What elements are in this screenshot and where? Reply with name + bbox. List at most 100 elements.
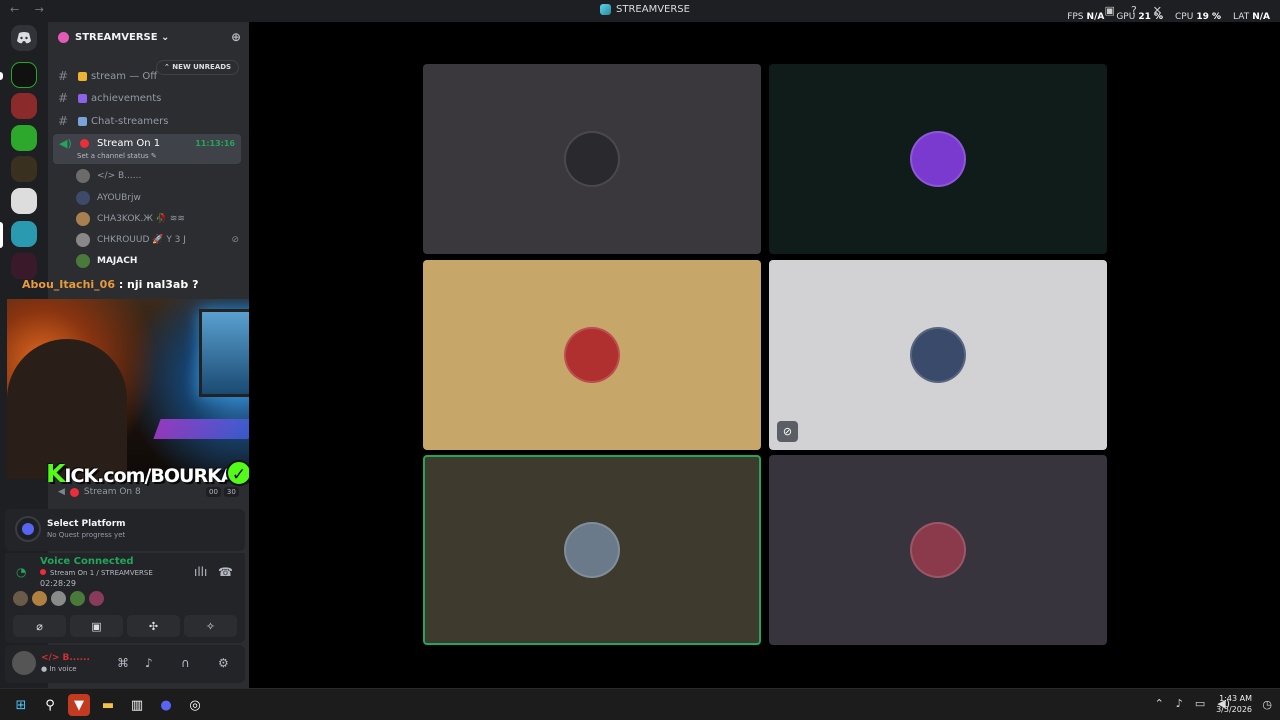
windows-start-icon[interactable]: ⊞ bbox=[10, 694, 32, 716]
participant-avatar bbox=[564, 327, 620, 383]
new-unreads-pill[interactable]: ⌃ NEW UNREADS bbox=[156, 60, 240, 75]
voice-user[interactable]: CHKROUUD 🚀 Y 3 J ⊘ bbox=[76, 230, 239, 250]
quest-title: Select Platform bbox=[47, 519, 126, 529]
server-icon-7[interactable] bbox=[11, 253, 37, 279]
channel-timer: 11:13:16 bbox=[195, 139, 235, 148]
windows-taskbar: ⊞ ⚲ ▼ ▬ ▥ ● ◎ ⌃ ♪ ▭ ◀) 1:43 AM 3/5/2026 … bbox=[0, 688, 1280, 720]
avatar[interactable] bbox=[13, 591, 28, 606]
user-name: CHA3KOK.Ж 🥀 ≋≋ bbox=[97, 214, 185, 224]
stat-lat: LAT N/A bbox=[1233, 12, 1270, 22]
discord-home-icon[interactable] bbox=[11, 25, 37, 51]
server-icon-3[interactable] bbox=[11, 125, 37, 151]
stat-cpu: CPU 19 % bbox=[1175, 12, 1222, 22]
chat-user: Abou_Itachi_06 bbox=[22, 278, 115, 291]
red-circle-icon bbox=[80, 139, 89, 148]
disconnect-icon[interactable]: ☎ bbox=[218, 565, 233, 579]
hash-icon: # bbox=[58, 91, 69, 105]
participant-avatar bbox=[564, 522, 620, 578]
server-icon-2[interactable] bbox=[11, 93, 37, 119]
tag-2: 30 bbox=[223, 487, 239, 497]
red-circle-icon bbox=[69, 487, 79, 497]
voice-connected-channel[interactable]: Stream On 1 / STREAMVERSE bbox=[40, 569, 153, 577]
bell-icon bbox=[78, 71, 87, 81]
speaker-icon: ◀) bbox=[59, 137, 72, 150]
perf-stats: FPS N/A GPU 21 % CPU 19 % LAT N/A bbox=[1067, 12, 1270, 22]
voice-user[interactable]: MAJACH bbox=[76, 251, 137, 271]
activities-button[interactable]: ✣ bbox=[127, 615, 180, 637]
avatar[interactable] bbox=[51, 591, 66, 606]
display-icon[interactable]: ▭ bbox=[1195, 697, 1205, 710]
mic-muted-icon: ⊘ bbox=[777, 421, 798, 442]
file-explorer-icon[interactable]: ▬ bbox=[97, 694, 119, 716]
user-status: ● In voice bbox=[41, 665, 77, 673]
search-icon[interactable]: ⚲ bbox=[39, 694, 61, 716]
user-name: AYOUBrjw bbox=[97, 193, 141, 203]
stat-gpu: GPU 21 % bbox=[1116, 12, 1164, 22]
headphones-icon[interactable]: ∩ bbox=[181, 656, 190, 670]
obs-icon[interactable]: ◎ bbox=[184, 694, 206, 716]
participant-tile[interactable] bbox=[769, 64, 1107, 254]
channel-tags: 00 30 bbox=[206, 487, 239, 497]
window-title: STREAMVERSE bbox=[600, 4, 690, 15]
chat-text: : nji nal3ab ? bbox=[118, 278, 199, 291]
voice-connected-panel: ◔ Voice Connected Stream On 1 / STREAMVE… bbox=[5, 553, 245, 643]
channel-label: Stream On 8 bbox=[83, 487, 141, 497]
voice-user[interactable]: AYOUBrjw bbox=[76, 188, 141, 208]
participant-tile-speaking[interactable] bbox=[423, 455, 761, 645]
title-bar: ← → STREAMVERSE ▣ ? ✕ FPS N/A GPU 21 % CPU… bbox=[0, 0, 1280, 22]
participant-avatar bbox=[564, 131, 620, 187]
stat-fps: FPS N/A bbox=[1067, 12, 1105, 22]
tag-1: 00 bbox=[206, 487, 221, 497]
overlay-keyboard bbox=[153, 419, 256, 439]
brave-browser-icon[interactable]: ▼ bbox=[68, 694, 90, 716]
participant-tile[interactable] bbox=[423, 260, 761, 450]
server-icon-6[interactable] bbox=[11, 221, 37, 247]
screen-share-button[interactable]: ▣ bbox=[70, 615, 123, 637]
speaker-muted-icon: ◀ bbox=[58, 487, 65, 497]
quest-subtitle: No Quest progress yet bbox=[47, 531, 126, 539]
quest-panel[interactable]: Select Platform No Quest progress yet bbox=[5, 509, 245, 551]
voice-channel-stream-on-1[interactable]: ◀) Stream On 1 Set a channel status ✎ 11… bbox=[53, 134, 241, 164]
avatar[interactable] bbox=[70, 591, 85, 606]
participant-tile[interactable] bbox=[423, 64, 761, 254]
microphone-icon[interactable]: ♪ bbox=[145, 656, 153, 670]
avatar[interactable] bbox=[32, 591, 47, 606]
gamepad-icon[interactable]: ⌘ bbox=[117, 656, 129, 670]
check-icon bbox=[78, 93, 87, 103]
channel-status[interactable]: Set a channel status ✎ bbox=[77, 152, 157, 160]
participant-tile[interactable] bbox=[769, 455, 1107, 645]
user-avatar[interactable] bbox=[12, 651, 36, 675]
channel-achievements[interactable]: # achievements bbox=[58, 88, 243, 108]
server-header[interactable]: STREAMVERSE ⌄ ⊕ bbox=[48, 22, 249, 52]
clock-time: 1:43 AM bbox=[1219, 694, 1252, 703]
voice-user[interactable]: </> B...... bbox=[76, 166, 141, 186]
noise-suppression-icon[interactable]: ıllı bbox=[194, 565, 207, 579]
channel-chat-streamers[interactable]: # Chat-streamers bbox=[58, 111, 243, 131]
avatar[interactable] bbox=[89, 591, 104, 606]
voice-connected-title: Voice Connected bbox=[40, 556, 134, 567]
overlay-figure bbox=[7, 339, 127, 479]
clock-date: 3/5/2026 bbox=[1216, 705, 1252, 714]
nav-arrows[interactable]: ← → bbox=[10, 3, 50, 16]
soundboard-button[interactable]: ✧ bbox=[184, 615, 237, 637]
mic-muted-icon: ⊘ bbox=[231, 235, 239, 245]
chat-overlay-message: Abou_Itachi_06 : nji nal3ab ? bbox=[22, 278, 198, 291]
signal-icon[interactable]: ◔ bbox=[16, 565, 26, 579]
participant-tile[interactable]: ⊘ bbox=[769, 260, 1107, 450]
voice-channel-stream-on-8[interactable]: ◀ Stream On 8 00 30 bbox=[58, 487, 239, 497]
system-clock[interactable]: 1:43 AM 3/5/2026 bbox=[1216, 693, 1252, 715]
camera-off-button[interactable]: ⌀ bbox=[13, 615, 66, 637]
server-icon-5[interactable] bbox=[11, 188, 37, 214]
add-member-icon[interactable]: ⊕ bbox=[231, 30, 241, 44]
server-icon-4[interactable] bbox=[11, 156, 37, 182]
app-icon[interactable]: ▥ bbox=[126, 694, 148, 716]
voice-user[interactable]: CHA3KOK.Ж 🥀 ≋≋ bbox=[76, 209, 185, 229]
chevron-up-icon[interactable]: ⌃ bbox=[1155, 697, 1164, 710]
notification-icon[interactable]: ◷ bbox=[1262, 698, 1272, 711]
server-icon-1[interactable] bbox=[11, 62, 37, 88]
settings-gear-icon[interactable]: ⚙ bbox=[218, 656, 229, 670]
microphone-tray-icon[interactable]: ♪ bbox=[1176, 697, 1183, 710]
user-display-name[interactable]: </> B...... bbox=[41, 653, 90, 663]
user-panel: </> B...... ● In voice ⌘ ♪ ∩ ⚙ bbox=[5, 645, 245, 683]
discord-taskbar-icon[interactable]: ● bbox=[155, 694, 177, 716]
